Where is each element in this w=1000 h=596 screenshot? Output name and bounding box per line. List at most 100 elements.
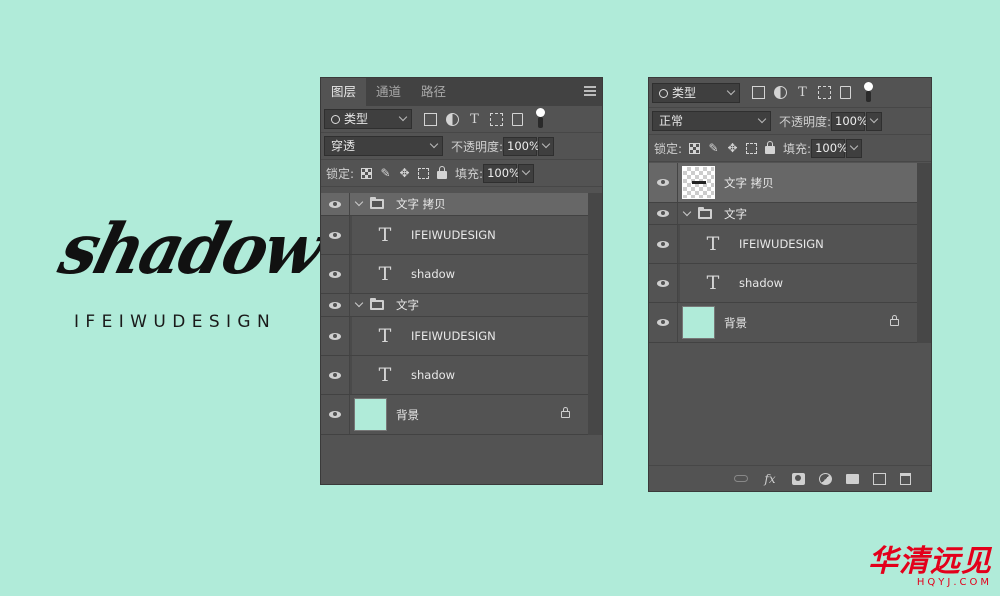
layer-name: 背景 xyxy=(396,407,419,422)
layers-list: 文字 拷贝 文字 T IFEIWUDESIGN T shadow 背景 xyxy=(649,163,917,343)
layer-name: 背景 xyxy=(724,315,747,330)
filter-adjustment-icon[interactable] xyxy=(446,112,459,126)
layer-row-text[interactable]: T shadow xyxy=(321,255,588,294)
visibility-eye-icon[interactable] xyxy=(649,264,678,302)
lock-transparent-icon[interactable] xyxy=(361,167,373,179)
fill-dropdown[interactable] xyxy=(846,138,863,158)
lock-move-icon[interactable]: ✥ xyxy=(399,167,410,179)
layer-row-background[interactable]: 背景 xyxy=(649,303,917,343)
opacity-label: 不透明度: xyxy=(451,139,504,154)
layers-bottom-toolbar: fx xyxy=(649,465,931,491)
artwork-subtitle: IFEIWUDESIGN xyxy=(74,312,277,332)
filter-smart-object-icon[interactable] xyxy=(840,86,851,99)
layer-name: IFEIWUDESIGN xyxy=(411,329,496,343)
opacity-input[interactable]: 100% xyxy=(503,136,540,156)
layer-row-background[interactable]: 背景 xyxy=(321,395,588,435)
lock-brush-icon[interactable]: ✎ xyxy=(380,167,391,179)
fill-input[interactable]: 100% xyxy=(483,163,520,183)
fill-input[interactable]: 100% xyxy=(811,138,848,158)
link-layers-icon[interactable] xyxy=(734,475,748,482)
new-group-icon[interactable] xyxy=(846,473,859,484)
blend-mode-select[interactable]: 正常 xyxy=(652,111,771,131)
filter-pixel-icon[interactable] xyxy=(752,86,765,99)
chevron-down-icon xyxy=(726,86,736,95)
opacity-dropdown[interactable] xyxy=(866,111,883,131)
filter-text-icon[interactable]: T xyxy=(796,86,809,99)
text-layer-icon: T xyxy=(378,364,392,386)
layer-row-group[interactable]: 文字 拷贝 xyxy=(321,193,588,216)
filter-smart-object-icon[interactable] xyxy=(512,112,523,126)
fill-label: 填充: xyxy=(783,141,812,156)
lock-all-icon[interactable] xyxy=(765,140,776,154)
tab-paths[interactable]: 路径 xyxy=(411,78,456,106)
layer-name: shadow xyxy=(739,276,784,290)
artwork-title: shadow xyxy=(51,208,330,290)
opacity-dropdown[interactable] xyxy=(538,136,555,156)
visibility-eye-icon[interactable] xyxy=(321,356,350,394)
layers-scrollbar[interactable] xyxy=(588,193,602,435)
filter-text-icon[interactable]: T xyxy=(468,113,481,126)
lock-move-icon[interactable]: ✥ xyxy=(727,142,738,154)
layer-row-group[interactable]: 文字 xyxy=(321,294,588,317)
layers-panel-left: 图层 通道 路径 类型 T 穿透 不透明度: 100% 锁定: ✎ ✥ 填充: … xyxy=(320,77,603,485)
lock-all-icon[interactable] xyxy=(437,165,448,179)
opacity-input[interactable]: 100% xyxy=(831,111,868,131)
tab-channels[interactable]: 通道 xyxy=(366,78,411,106)
chevron-down-icon[interactable] xyxy=(682,207,692,216)
visibility-eye-icon[interactable] xyxy=(649,203,678,224)
layer-name: 文字 xyxy=(396,298,419,312)
layer-row-text[interactable]: T shadow xyxy=(649,264,917,303)
lock-transparent-icon[interactable] xyxy=(689,142,701,154)
visibility-eye-icon[interactable] xyxy=(649,163,678,202)
lock-label: 锁定: xyxy=(326,166,355,181)
trash-icon[interactable] xyxy=(900,472,911,485)
chevron-down-icon xyxy=(757,114,767,124)
artwork-logo: shadow IFEIWUDESIGN xyxy=(52,208,329,340)
add-mask-icon[interactable] xyxy=(792,472,805,485)
filter-adjustment-icon[interactable] xyxy=(774,86,787,99)
blend-mode-select[interactable]: 穿透 xyxy=(324,136,443,156)
fill-dropdown[interactable] xyxy=(518,163,535,183)
text-layer-icon: T xyxy=(706,272,720,294)
chevron-down-icon[interactable] xyxy=(354,298,364,308)
filter-toggle-switch[interactable] xyxy=(864,81,873,104)
layer-row-group[interactable]: 文字 xyxy=(649,203,917,225)
chevron-down-icon xyxy=(398,112,408,122)
chevron-down-icon[interactable] xyxy=(354,197,364,207)
filter-kind-select[interactable]: 类型 xyxy=(652,82,740,103)
layer-row-smart-object[interactable]: 文字 拷贝 xyxy=(649,163,917,203)
lock-artboard-icon[interactable] xyxy=(746,142,758,154)
watermark-main: 华清远见 xyxy=(868,544,992,579)
new-layer-icon[interactable] xyxy=(873,472,886,485)
tab-layers[interactable]: 图层 xyxy=(321,78,367,106)
lock-artboard-icon[interactable] xyxy=(418,167,430,179)
search-icon xyxy=(331,115,340,124)
visibility-eye-icon[interactable] xyxy=(321,395,350,434)
visibility-eye-icon[interactable] xyxy=(649,303,678,342)
visibility-eye-icon[interactable] xyxy=(321,294,350,316)
layer-thumbnail xyxy=(354,398,387,431)
visibility-eye-icon[interactable] xyxy=(321,317,350,355)
fx-icon[interactable]: fx xyxy=(762,473,778,485)
layers-scrollbar[interactable] xyxy=(917,163,931,343)
visibility-eye-icon[interactable] xyxy=(321,216,350,254)
panel-menu-icon[interactable] xyxy=(584,86,596,96)
visibility-eye-icon[interactable] xyxy=(321,193,350,215)
lock-brush-icon[interactable]: ✎ xyxy=(708,142,719,154)
visibility-eye-icon[interactable] xyxy=(321,255,350,293)
layer-row-text[interactable]: T IFEIWUDESIGN xyxy=(649,225,917,264)
text-layer-icon: T xyxy=(378,325,392,347)
filter-kind-select[interactable]: 类型 xyxy=(324,109,412,129)
visibility-eye-icon[interactable] xyxy=(649,225,678,263)
filter-toggle-switch[interactable] xyxy=(536,108,545,130)
layer-row-text[interactable]: T IFEIWUDESIGN xyxy=(321,317,588,356)
layer-thumbnail xyxy=(682,306,715,339)
filter-shape-icon[interactable] xyxy=(818,86,831,99)
fill-label: 填充: xyxy=(455,166,484,181)
layer-row-text[interactable]: T shadow xyxy=(321,356,588,395)
blend-row: 正常 不透明度: 100% xyxy=(649,108,931,135)
adjustment-layer-icon[interactable] xyxy=(819,472,832,485)
layer-row-text[interactable]: T IFEIWUDESIGN xyxy=(321,216,588,255)
filter-pixel-icon[interactable] xyxy=(424,112,437,126)
filter-shape-icon[interactable] xyxy=(490,112,503,126)
